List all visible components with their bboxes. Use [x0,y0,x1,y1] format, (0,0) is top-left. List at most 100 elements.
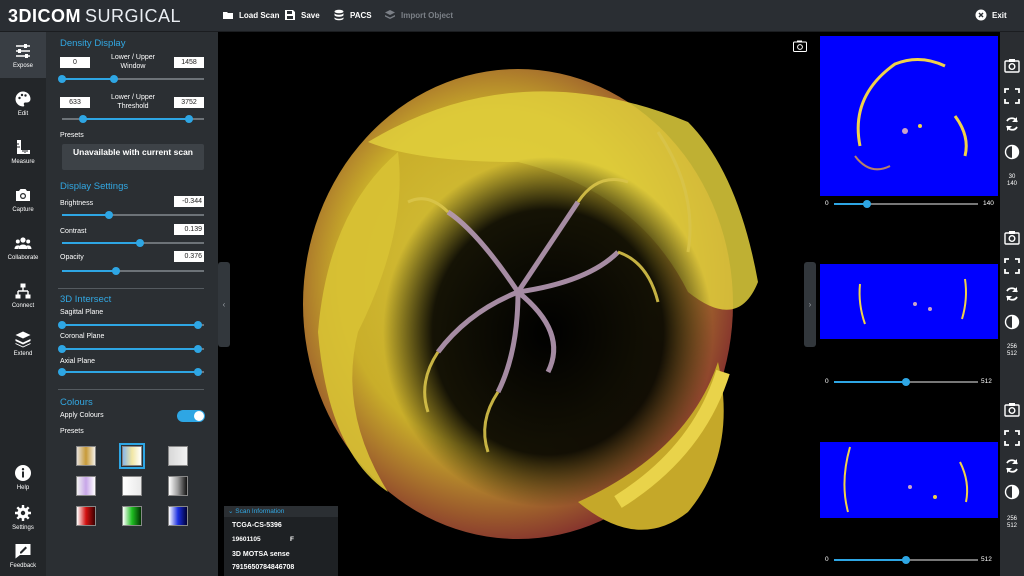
sagittal-slice-view[interactable] [820,442,998,518]
nav-collaborate[interactable]: Collaborate [0,224,46,270]
right-panel-collapse-tab[interactable]: › [804,262,816,347]
top-bar: 3DICOM SURGICAL Load Scan Save PACS Impor… [0,0,1024,32]
brightness-thumb[interactable] [105,211,113,219]
left-panel-collapse-tab[interactable]: ‹ [218,262,230,347]
contrast-label: Contrast [60,228,87,235]
brightness-input[interactable]: -0.344 [174,196,204,207]
colour-preset-bone[interactable] [76,446,96,466]
colour-preset-grey[interactable] [168,446,188,466]
axial-slice-counter-current: 30 [1008,174,1016,180]
axial-max-thumb[interactable] [194,368,202,376]
coronal-max-thumb[interactable] [194,345,202,353]
threshold-range-slider[interactable] [62,115,204,123]
nav-feedback[interactable]: Feedback [0,532,46,576]
threshold-lower-input[interactable]: 633 [60,97,90,108]
coronal-slice-counter: 256 512 [1000,344,1024,358]
coronal-slice-image [858,278,967,325]
window-lower-thumb[interactable] [58,75,66,83]
sagittal-max-thumb[interactable] [194,321,202,329]
nav-collaborate-label: Collaborate [7,254,39,261]
colour-preset-green[interactable] [122,506,142,526]
save-icon [285,10,295,20]
contrast-thumb[interactable] [136,239,144,247]
opacity-thumb[interactable] [112,267,120,275]
window-range-slider[interactable] [58,75,204,83]
nav-capture[interactable]: Capture [0,176,46,222]
toggle-knob [194,411,204,421]
sagittal-slider[interactable] [58,321,204,329]
coronal-min-thumb[interactable] [58,345,66,353]
coronal-slice-view[interactable] [820,264,998,339]
coronal-slice-counter-total: 512 [1006,351,1017,357]
scan-information-header[interactable]: ⌄ Scan Information [224,506,338,517]
nav-connect[interactable]: Connect [0,272,46,318]
nav-expose[interactable]: Expose [0,32,46,78]
contrast-icon[interactable] [1004,314,1020,330]
coronal-slice-slider[interactable] [834,378,978,386]
window-upper-thumb[interactable] [110,75,118,83]
window-lower-input[interactable]: 0 [60,57,90,68]
camera-icon[interactable] [1004,402,1020,418]
colour-preset-blue-gold[interactable] [119,443,145,469]
colour-preset-white[interactable] [122,476,142,496]
apply-colours-toggle[interactable] [177,410,205,422]
coronal-slider[interactable] [58,345,204,353]
axial-slice-view[interactable] [820,36,998,196]
palette-icon [15,91,31,106]
contrast-input[interactable]: 0.139 [174,224,204,235]
load-scan-button[interactable]: Load Scan [222,9,279,21]
contrast-slider[interactable] [62,239,204,247]
sagittal-slice-max: 512 [981,556,992,563]
brightness-slider[interactable] [62,211,204,219]
axial-slice-slider[interactable] [834,200,978,208]
fullscreen-icon[interactable] [1004,430,1020,446]
threshold-upper-input[interactable]: 3752 [174,97,204,108]
sagittal-slice-thumb[interactable] [902,556,910,564]
import-object-button[interactable]: Import Object [384,9,453,21]
save-button[interactable]: Save [284,9,320,21]
fullscreen-icon[interactable] [1004,258,1020,274]
axial-min-thumb[interactable] [58,368,66,376]
window-upper-input[interactable]: 1458 [174,57,204,68]
opacity-input[interactable]: 0.376 [174,251,204,262]
rotate-icon[interactable] [1004,286,1020,302]
unavailable-text: Unavailable with current scan [73,147,193,157]
camera-icon[interactable] [793,40,807,52]
brightness-fill [62,214,109,216]
fullscreen-icon[interactable] [1004,88,1020,104]
threshold-lower-thumb[interactable] [79,115,87,123]
axial-slice-thumb[interactable] [863,200,871,208]
pacs-button[interactable]: PACS [333,9,372,21]
axial-slider[interactable] [58,368,204,376]
rotate-icon[interactable] [1004,116,1020,132]
colour-preset-blue[interactable] [168,506,188,526]
rotate-icon[interactable] [1004,458,1020,474]
camera-icon[interactable] [1004,58,1020,74]
scan-series: 3D MOTSA sense [232,551,290,558]
coronal-slice-thumb[interactable] [902,378,910,386]
gear-icon [15,504,31,521]
colour-preset-greyscale[interactable] [168,476,188,496]
3d-viewport[interactable]: ‹ › ⌄ Scan Information TCGA-CS-5396 1960… [218,32,818,576]
sagittal-min-thumb[interactable] [58,321,66,329]
chevron-right-icon: › [808,300,812,309]
layers-icon [385,10,395,19]
intersect-title: 3D Intersect [60,294,112,305]
volume-render[interactable] [218,32,818,576]
camera-icon[interactable] [1004,230,1020,246]
network-icon [15,283,31,298]
contrast-icon[interactable] [1004,144,1020,160]
nav-edit[interactable]: Edit [0,80,46,126]
scan-sex: F [290,536,294,543]
contrast-icon[interactable] [1004,484,1020,500]
left-nav: Expose Edit Measure Capture Collaborate … [0,32,46,576]
colour-preset-violet[interactable] [76,476,96,496]
threshold-upper-thumb[interactable] [185,115,193,123]
exit-button[interactable]: Exit [975,9,1007,21]
nav-extend[interactable]: Extend [0,320,46,366]
opacity-slider[interactable] [62,267,204,275]
sagittal-slice-slider[interactable] [834,556,978,564]
nav-measure[interactable]: Measure [0,128,46,174]
nav-feedback-label: Feedback [9,562,37,569]
colour-preset-red[interactable] [76,506,96,526]
